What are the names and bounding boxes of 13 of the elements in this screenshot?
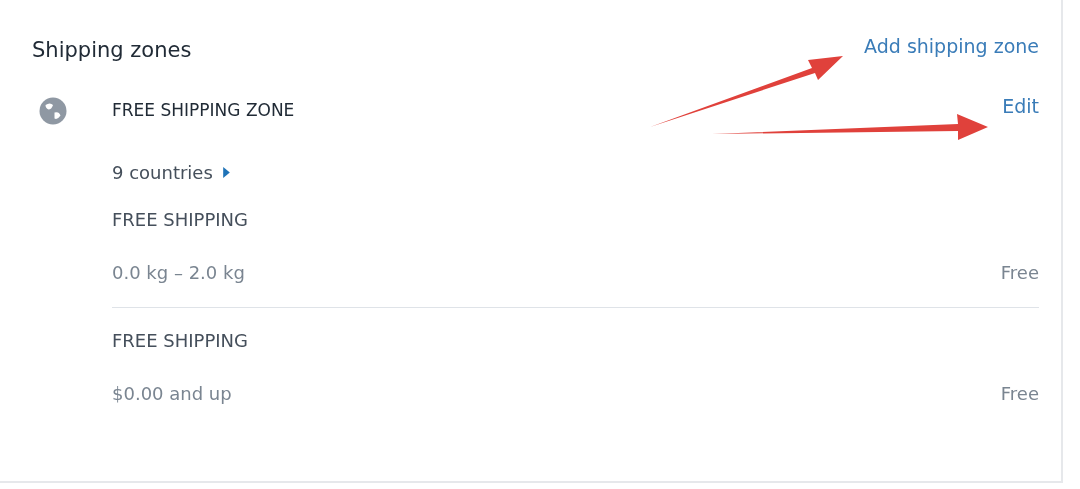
countries-toggle[interactable]: 9 countries (112, 162, 230, 183)
caret-icon (222, 167, 230, 178)
rate-condition: $0.00 and up (112, 383, 232, 404)
globe-icon (38, 96, 68, 126)
rate-price: Free (1000, 383, 1039, 404)
edit-link[interactable]: Edit (1002, 95, 1039, 117)
rate-condition: 0.0 kg – 2.0 kg (112, 262, 245, 283)
rate-price: Free (1000, 262, 1039, 283)
rate-name: FREE SHIPPING (112, 209, 250, 230)
rate-name: FREE SHIPPING (112, 330, 250, 351)
section-title: Shipping zones (32, 38, 192, 62)
zone-name: FREE SHIPPING ZONE (112, 100, 295, 120)
add-zone-link[interactable]: Add shipping zone (864, 35, 1039, 57)
